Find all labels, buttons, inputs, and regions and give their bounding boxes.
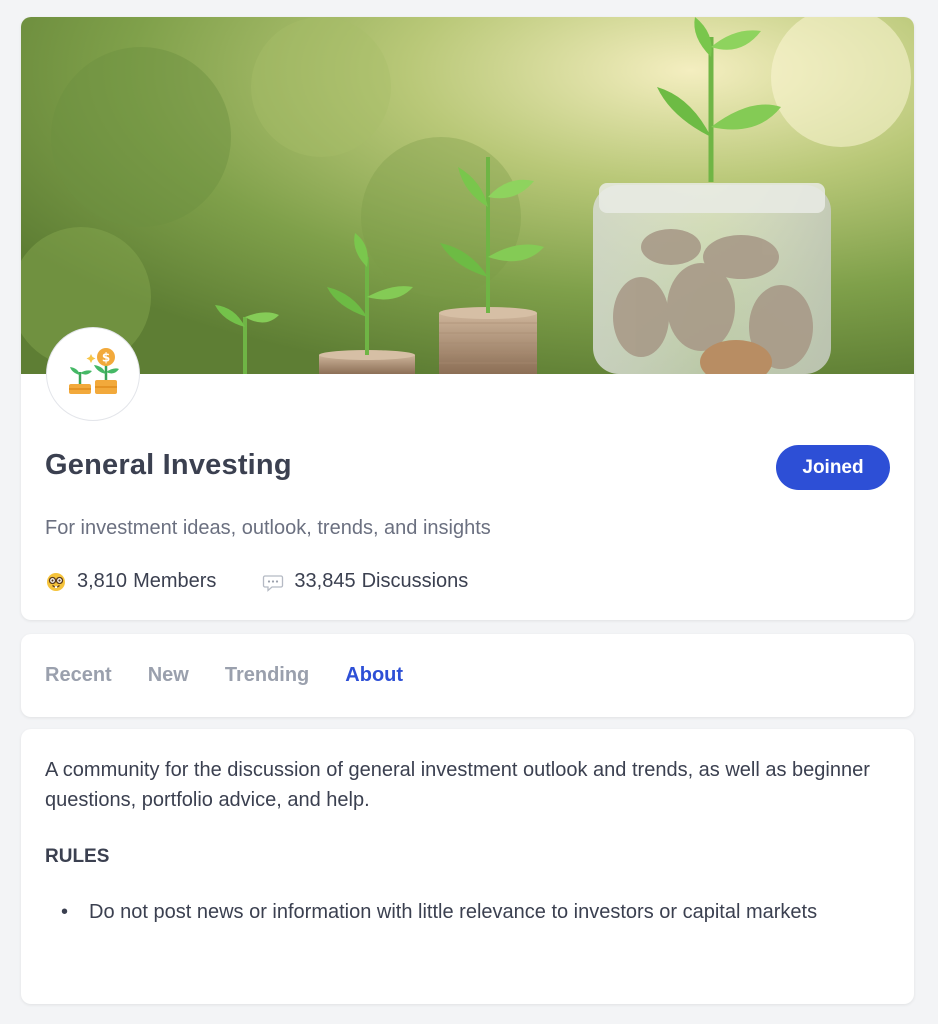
discussions-stat: 33,845 Discussions [262, 570, 468, 593]
joined-button[interactable]: Joined [776, 445, 890, 490]
tab-trending[interactable]: Trending [225, 664, 309, 687]
speech-bubble-icon [262, 571, 284, 593]
rules-list: • Do not post news or information with l… [45, 897, 845, 927]
members-label: Members [133, 570, 217, 592]
about-card: A community for the discussion of genera… [21, 729, 914, 1004]
tab-recent[interactable]: Recent [45, 664, 112, 687]
community-stats: 3,810 Members 33,845 Discussions [45, 570, 468, 593]
bullet-icon: • [61, 901, 69, 923]
rule-text: Do not post news or information with lit… [89, 901, 818, 923]
community-title: General Investing [45, 449, 292, 481]
tab-new[interactable]: New [148, 664, 189, 687]
community-header-card: $ General Investing Joined For investmen… [21, 17, 914, 620]
community-tabs: Recent New Trending About [45, 634, 439, 717]
discussions-count: 33,845 [294, 570, 356, 592]
svg-text:$: $ [102, 350, 110, 364]
about-description: A community for the discussion of genera… [45, 759, 870, 811]
rule-item: • Do not post news or information with l… [45, 897, 845, 927]
discussions-label: Discussions [361, 570, 469, 592]
community-tabs-card: Recent New Trending About [21, 634, 914, 717]
money-plant-icon: $ [65, 344, 121, 405]
tab-about[interactable]: About [345, 664, 403, 687]
members-count: 3,810 [77, 570, 128, 592]
community-description: For investment ideas, outlook, trends, a… [45, 517, 491, 539]
members-stat: 3,810 Members [45, 570, 216, 593]
community-banner-image [21, 17, 914, 374]
nerd-face-icon [45, 571, 67, 593]
rules-heading: RULES [45, 846, 110, 867]
community-avatar: $ [46, 327, 140, 421]
